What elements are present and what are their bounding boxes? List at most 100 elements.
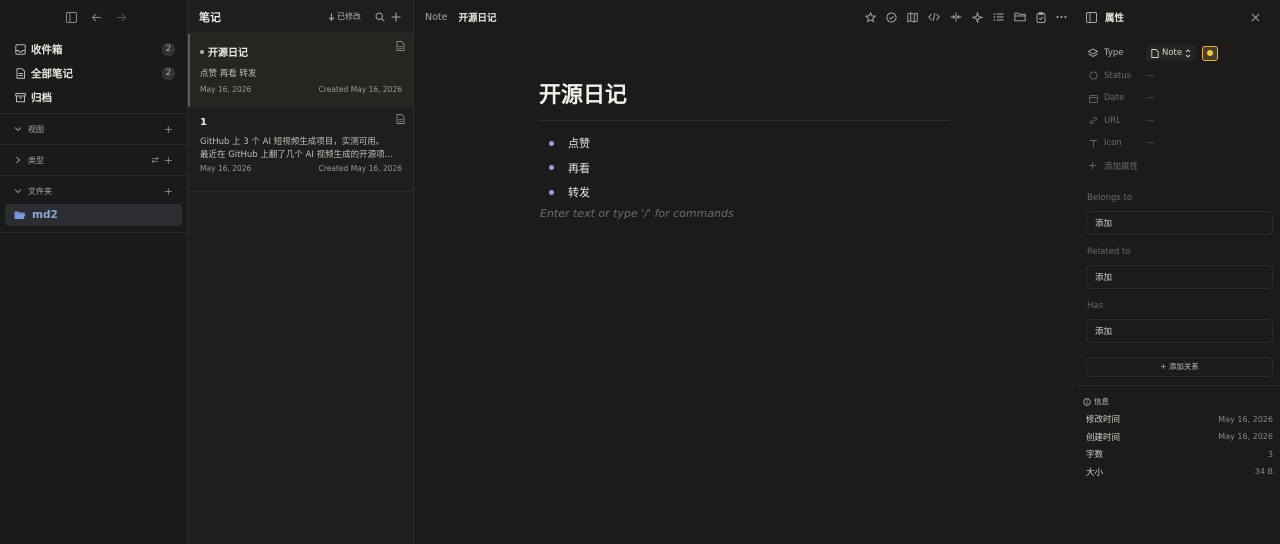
folder-item-md2[interactable]: md2: [5, 204, 182, 226]
folder-label: md2: [32, 209, 58, 221]
relation-label: Has: [1087, 300, 1104, 311]
check-circle-icon[interactable]: [886, 11, 897, 23]
property-date[interactable]: Date —: [1078, 87, 1280, 110]
property-name: Icon: [1104, 138, 1122, 149]
add-view-icon[interactable]: +: [164, 123, 173, 136]
bullet-item[interactable]: 再看: [549, 156, 590, 181]
note-meta: May 16, 2026 Created May 16, 2026: [200, 85, 402, 94]
chevron-down-icon: [13, 187, 23, 195]
info-value: 34 B: [1254, 467, 1273, 477]
map-icon[interactable]: [907, 12, 918, 23]
bullet-text: 再看: [568, 161, 590, 175]
info-row-created: 创建时间 May 16, 2026: [1078, 428, 1280, 446]
count-badge: 2: [162, 66, 175, 80]
swap-icon[interactable]: [151, 156, 159, 164]
plus-icon: +: [1088, 159, 1098, 172]
document-title[interactable]: 开源日记: [539, 77, 627, 109]
add-folder-icon[interactable]: +: [164, 185, 173, 198]
sidebar-item-archive[interactable]: 归档: [0, 85, 187, 109]
property-name: Status: [1104, 70, 1132, 81]
note-card[interactable]: 开源日记 点赞 再看 转发 May 16, 2026 Created May 1…: [188, 34, 413, 107]
note-title: 开源日记: [200, 44, 402, 59]
type-color-button[interactable]: [1202, 45, 1219, 61]
document-icon: [396, 41, 405, 51]
bullet-text: 点赞: [568, 137, 590, 151]
sort-label: 已修改: [337, 12, 361, 21]
editor-header: Note 开源日记: [414, 0, 1078, 34]
sparkle-icon[interactable]: [972, 11, 983, 23]
note-card[interactable]: 1 GitHub 上 3 个 AI 短视频生成项目，实测可用。 最近在 GitH…: [188, 107, 413, 192]
note-excerpt: 点赞 再看 转发: [200, 69, 257, 79]
bullet-item[interactable]: 点赞: [549, 131, 590, 156]
info-title: 信息: [1094, 397, 1109, 406]
section-types[interactable]: 类型 +: [0, 149, 187, 171]
add-property-button[interactable]: + 添加属性: [1078, 155, 1280, 177]
section-views[interactable]: 视图 +: [0, 118, 187, 140]
note-modified: May 16, 2026: [200, 164, 252, 173]
sort-button[interactable]: 已修改: [328, 11, 361, 22]
divider: [0, 113, 187, 114]
all-notes-icon: [14, 67, 26, 79]
note-meta: May 16, 2026 Created May 16, 2026: [200, 164, 402, 173]
property-icon[interactable]: Icon —: [1078, 132, 1280, 155]
relation-label: Related to: [1087, 246, 1131, 257]
bullet-dot: [549, 165, 554, 171]
folder-icon[interactable]: [1014, 12, 1026, 22]
property-value: —: [1146, 70, 1155, 81]
inbox-icon: [14, 43, 26, 55]
close-icon[interactable]: [1251, 13, 1260, 22]
section-label: 文件夹: [28, 186, 52, 196]
note-list-title: 笔记: [199, 10, 221, 24]
info-icon: [1083, 397, 1091, 406]
search-icon[interactable]: [375, 11, 385, 22]
breadcrumb-title[interactable]: 开源日记: [459, 10, 866, 24]
sidebar-item-inbox[interactable]: 收件箱 2: [0, 37, 187, 61]
bullet-list: 点赞 再看 转发: [549, 131, 590, 205]
star-icon[interactable]: [865, 11, 876, 23]
property-value: —: [1146, 138, 1155, 149]
info-row-word-count: 字数 3: [1078, 446, 1280, 464]
panel-toggle-icon[interactable]: [1086, 11, 1097, 23]
section-folders[interactable]: 文件夹 +: [0, 180, 187, 202]
clipboard-icon[interactable]: [1036, 11, 1046, 23]
list-icon[interactable]: [993, 12, 1004, 22]
type-select[interactable]: Note: [1146, 45, 1197, 62]
editor-placeholder[interactable]: Enter text or type '/' for commands: [540, 207, 734, 220]
property-value: —: [1146, 93, 1155, 104]
info-value: May 16, 2026: [1218, 432, 1273, 442]
note-list: 笔记 已修改 开源日记 点赞 再看 转发 May 16, 2026 Create…: [188, 0, 414, 544]
sidebar-toggle-icon[interactable]: [66, 11, 77, 23]
text-icon: [1088, 139, 1098, 148]
forward-arrow-icon[interactable]: [116, 12, 127, 23]
property-status[interactable]: Status —: [1078, 65, 1280, 88]
new-note-icon[interactable]: [391, 12, 401, 22]
relation-add-has[interactable]: 添加: [1086, 318, 1273, 343]
breadcrumb-type[interactable]: Note: [425, 12, 448, 23]
split-width-icon[interactable]: [950, 12, 962, 22]
property-name: URL: [1104, 115, 1121, 126]
type-value: Note: [1162, 48, 1183, 59]
editor: Note 开源日记 开源日记 点赞 再看 转发 Enter text or ty…: [414, 0, 1078, 544]
bullet-dot: [549, 140, 554, 146]
relation-add-belongs-to[interactable]: 添加: [1086, 210, 1273, 235]
more-horizontal-icon[interactable]: [1056, 15, 1067, 19]
chevron-down-icon: [13, 125, 23, 133]
relation-add-related-to[interactable]: 添加: [1086, 264, 1273, 289]
note-title: 1: [200, 117, 402, 128]
property-url[interactable]: URL —: [1078, 110, 1280, 133]
note-title-text: 开源日记: [208, 48, 248, 59]
back-arrow-icon[interactable]: [91, 12, 102, 23]
sidebar-item-all-notes[interactable]: 全部笔记 2: [0, 61, 187, 85]
bullet-dot: [549, 189, 554, 195]
document-icon: [396, 114, 405, 124]
code-icon[interactable]: [928, 12, 940, 22]
add-relation-button[interactable]: + 添加关系: [1086, 356, 1273, 377]
info-key: 修改时间: [1086, 415, 1121, 426]
add-type-icon[interactable]: +: [164, 154, 173, 167]
bullet-text: 转发: [568, 186, 590, 200]
bullet-item[interactable]: 转发: [549, 180, 590, 205]
divider: [0, 175, 187, 176]
chevron-right-icon: [13, 156, 23, 164]
note-list-header: 笔记 已修改: [188, 0, 413, 34]
sidebar-item-label: 全部笔记: [31, 67, 73, 80]
